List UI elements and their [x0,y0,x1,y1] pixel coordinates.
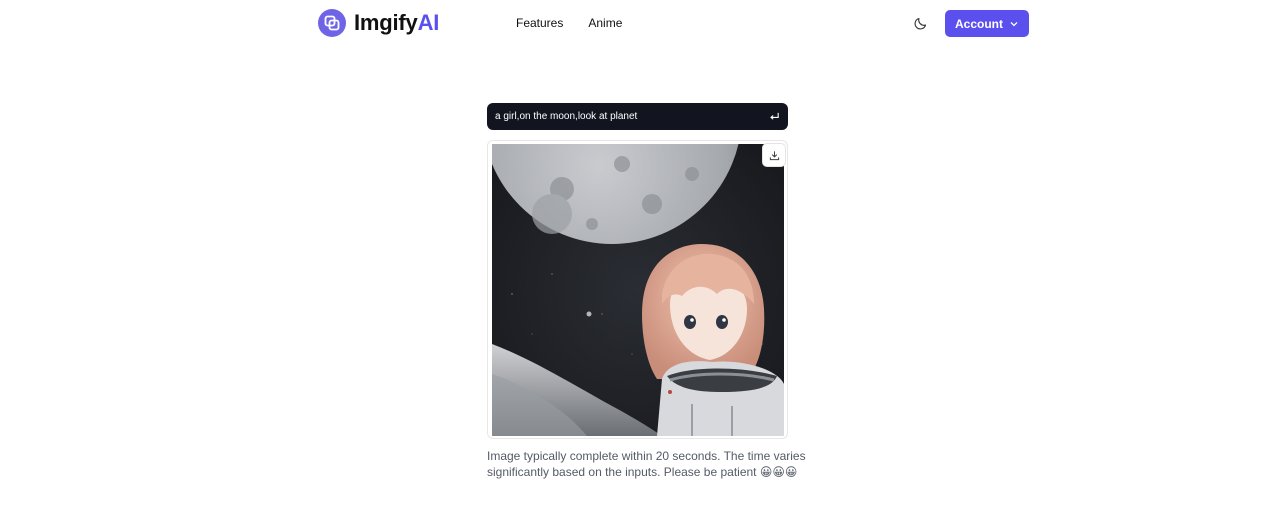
moon-icon [914,17,926,29]
prompt-input[interactable] [495,111,768,122]
theme-toggle-button[interactable] [911,14,929,32]
nav-item-anime[interactable]: Anime [588,16,622,30]
brand-logo[interactable]: ImgifyAI [318,9,439,37]
account-label: Account [955,16,1003,31]
generated-image [492,144,784,436]
enter-icon[interactable] [768,111,780,123]
logo-mark-icon [318,9,346,37]
nav-item-features[interactable]: Features [516,16,563,30]
download-icon [769,150,779,160]
generation-note: Image typically complete within 20 secon… [487,449,806,479]
download-button[interactable] [763,144,785,166]
prompt-bar [487,103,788,130]
generated-image-card [487,140,788,439]
account-button[interactable]: Account [945,10,1029,37]
brand-name-suffix: AI [417,10,440,35]
brand-name-main: Imgify [354,10,418,35]
chevron-down-icon [1010,21,1018,26]
brand-name: ImgifyAI [354,9,439,37]
top-bar: ImgifyAI Features Anime Account [0,0,1280,46]
main-nav: Features Anime [516,16,622,30]
